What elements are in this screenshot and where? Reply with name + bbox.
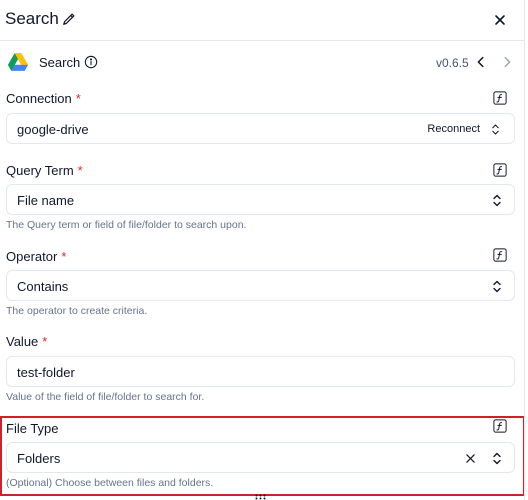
dynamic-value-toggle-icon[interactable] bbox=[493, 91, 507, 105]
chevron-up-down-icon bbox=[493, 452, 501, 465]
value-hint: Value of the field of file/folder to sea… bbox=[6, 391, 205, 403]
piece-version: v0.6.5 bbox=[436, 56, 469, 70]
chevron-up-down-icon bbox=[493, 280, 501, 293]
piece-name: Search bbox=[39, 55, 81, 70]
pencil-icon[interactable] bbox=[62, 12, 76, 26]
connection-value: google-drive bbox=[17, 122, 89, 137]
file-type-value: Folders bbox=[17, 451, 61, 466]
piece-info-row: Search v0.6.5 bbox=[0, 42, 524, 84]
close-icon[interactable] bbox=[492, 12, 508, 28]
drag-handle-icon[interactable] bbox=[255, 494, 266, 500]
chevron-left-icon[interactable] bbox=[474, 55, 488, 69]
chevron-up-down-icon bbox=[493, 194, 501, 207]
dynamic-value-toggle-icon[interactable] bbox=[493, 248, 507, 262]
chevron-up-down-icon bbox=[492, 124, 499, 135]
query-term-label: Query Term * bbox=[6, 163, 83, 178]
info-icon[interactable] bbox=[84, 55, 98, 69]
clear-icon[interactable] bbox=[465, 453, 476, 464]
query-term-value: File name bbox=[17, 193, 75, 208]
connection-label: Connection * bbox=[6, 91, 81, 106]
chevron-right-icon[interactable] bbox=[500, 55, 514, 69]
query-term-select[interactable]: File name bbox=[6, 184, 515, 215]
query-term-hint: The Query term or field of file/folder t… bbox=[6, 219, 247, 231]
file-type-hint: (Optional) Choose between files and fold… bbox=[6, 477, 214, 489]
value-input[interactable]: test-folder bbox=[6, 356, 515, 387]
operator-label: Operator * bbox=[6, 249, 67, 264]
connection-select[interactable]: google-drive Reconnect bbox=[6, 113, 515, 144]
value-label: Value * bbox=[6, 334, 48, 349]
dynamic-value-toggle-icon[interactable] bbox=[493, 419, 507, 433]
operator-value: Contains bbox=[17, 279, 69, 294]
google-drive-logo-icon bbox=[8, 53, 28, 71]
operator-hint: The operator to create criteria. bbox=[6, 305, 148, 317]
step-title[interactable]: Search bbox=[5, 9, 59, 29]
file-type-select[interactable]: Folders bbox=[6, 442, 515, 473]
operator-select[interactable]: Contains bbox=[6, 270, 515, 301]
reconnect-button[interactable]: Reconnect bbox=[427, 123, 480, 135]
dynamic-value-toggle-icon[interactable] bbox=[493, 163, 507, 177]
file-type-label: File Type bbox=[6, 421, 59, 436]
step-settings-panel: Search Search v0.6.5 Connection * google… bbox=[0, 0, 525, 500]
panel-header: Search bbox=[0, 0, 524, 41]
value-input-text: test-folder bbox=[17, 365, 75, 380]
